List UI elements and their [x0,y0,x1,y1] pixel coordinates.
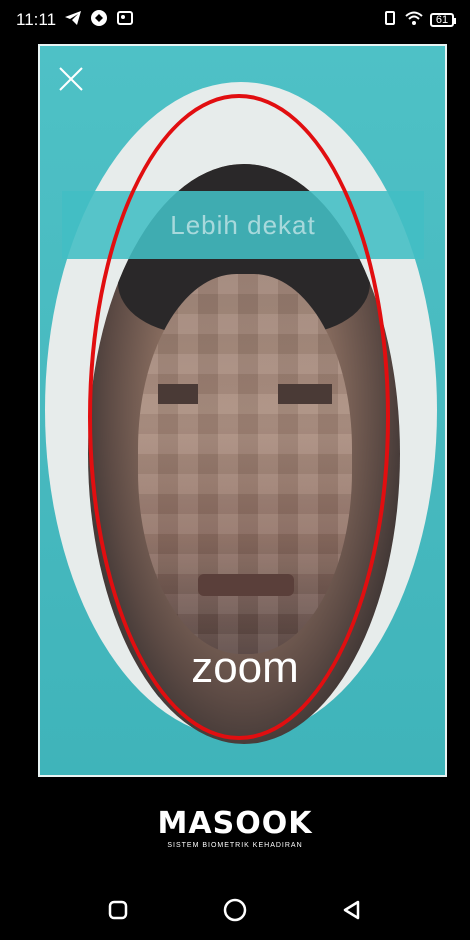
face-scan-screen: 11:11 61 Lebih dekat zoom MASOOK SISTEM … [0,0,470,940]
app-icon [90,9,108,32]
status-bar-left: 11:11 [16,9,134,32]
brand-logo: MASOOK SISTEM BIOMETRIK KEHADIRAN [0,806,470,850]
home-icon[interactable] [220,895,250,925]
back-icon[interactable] [337,895,367,925]
brand-name: MASOOK [157,806,313,841]
clock: 11:11 [16,10,57,29]
telegram-icon [64,10,82,31]
battery-icon: 61 [430,13,456,27]
battery-level: 61 [435,14,449,26]
zoom-logo-text: zoom [191,643,299,692]
navigation-bar [0,880,470,940]
brand-subtitle: SISTEM BIOMETRIK KEHADIRAN [167,842,303,849]
photos-icon [116,9,134,32]
status-bar: 11:11 61 [0,0,470,40]
status-bar-right: 61 [382,10,456,31]
camera-frame: Lebih dekat zoom [38,44,447,777]
vibrate-icon [382,10,398,31]
wifi-icon [404,10,424,31]
close-icon[interactable] [56,64,86,94]
recent-apps-icon[interactable] [103,895,133,925]
zoom-logo: zoom [190,646,300,698]
